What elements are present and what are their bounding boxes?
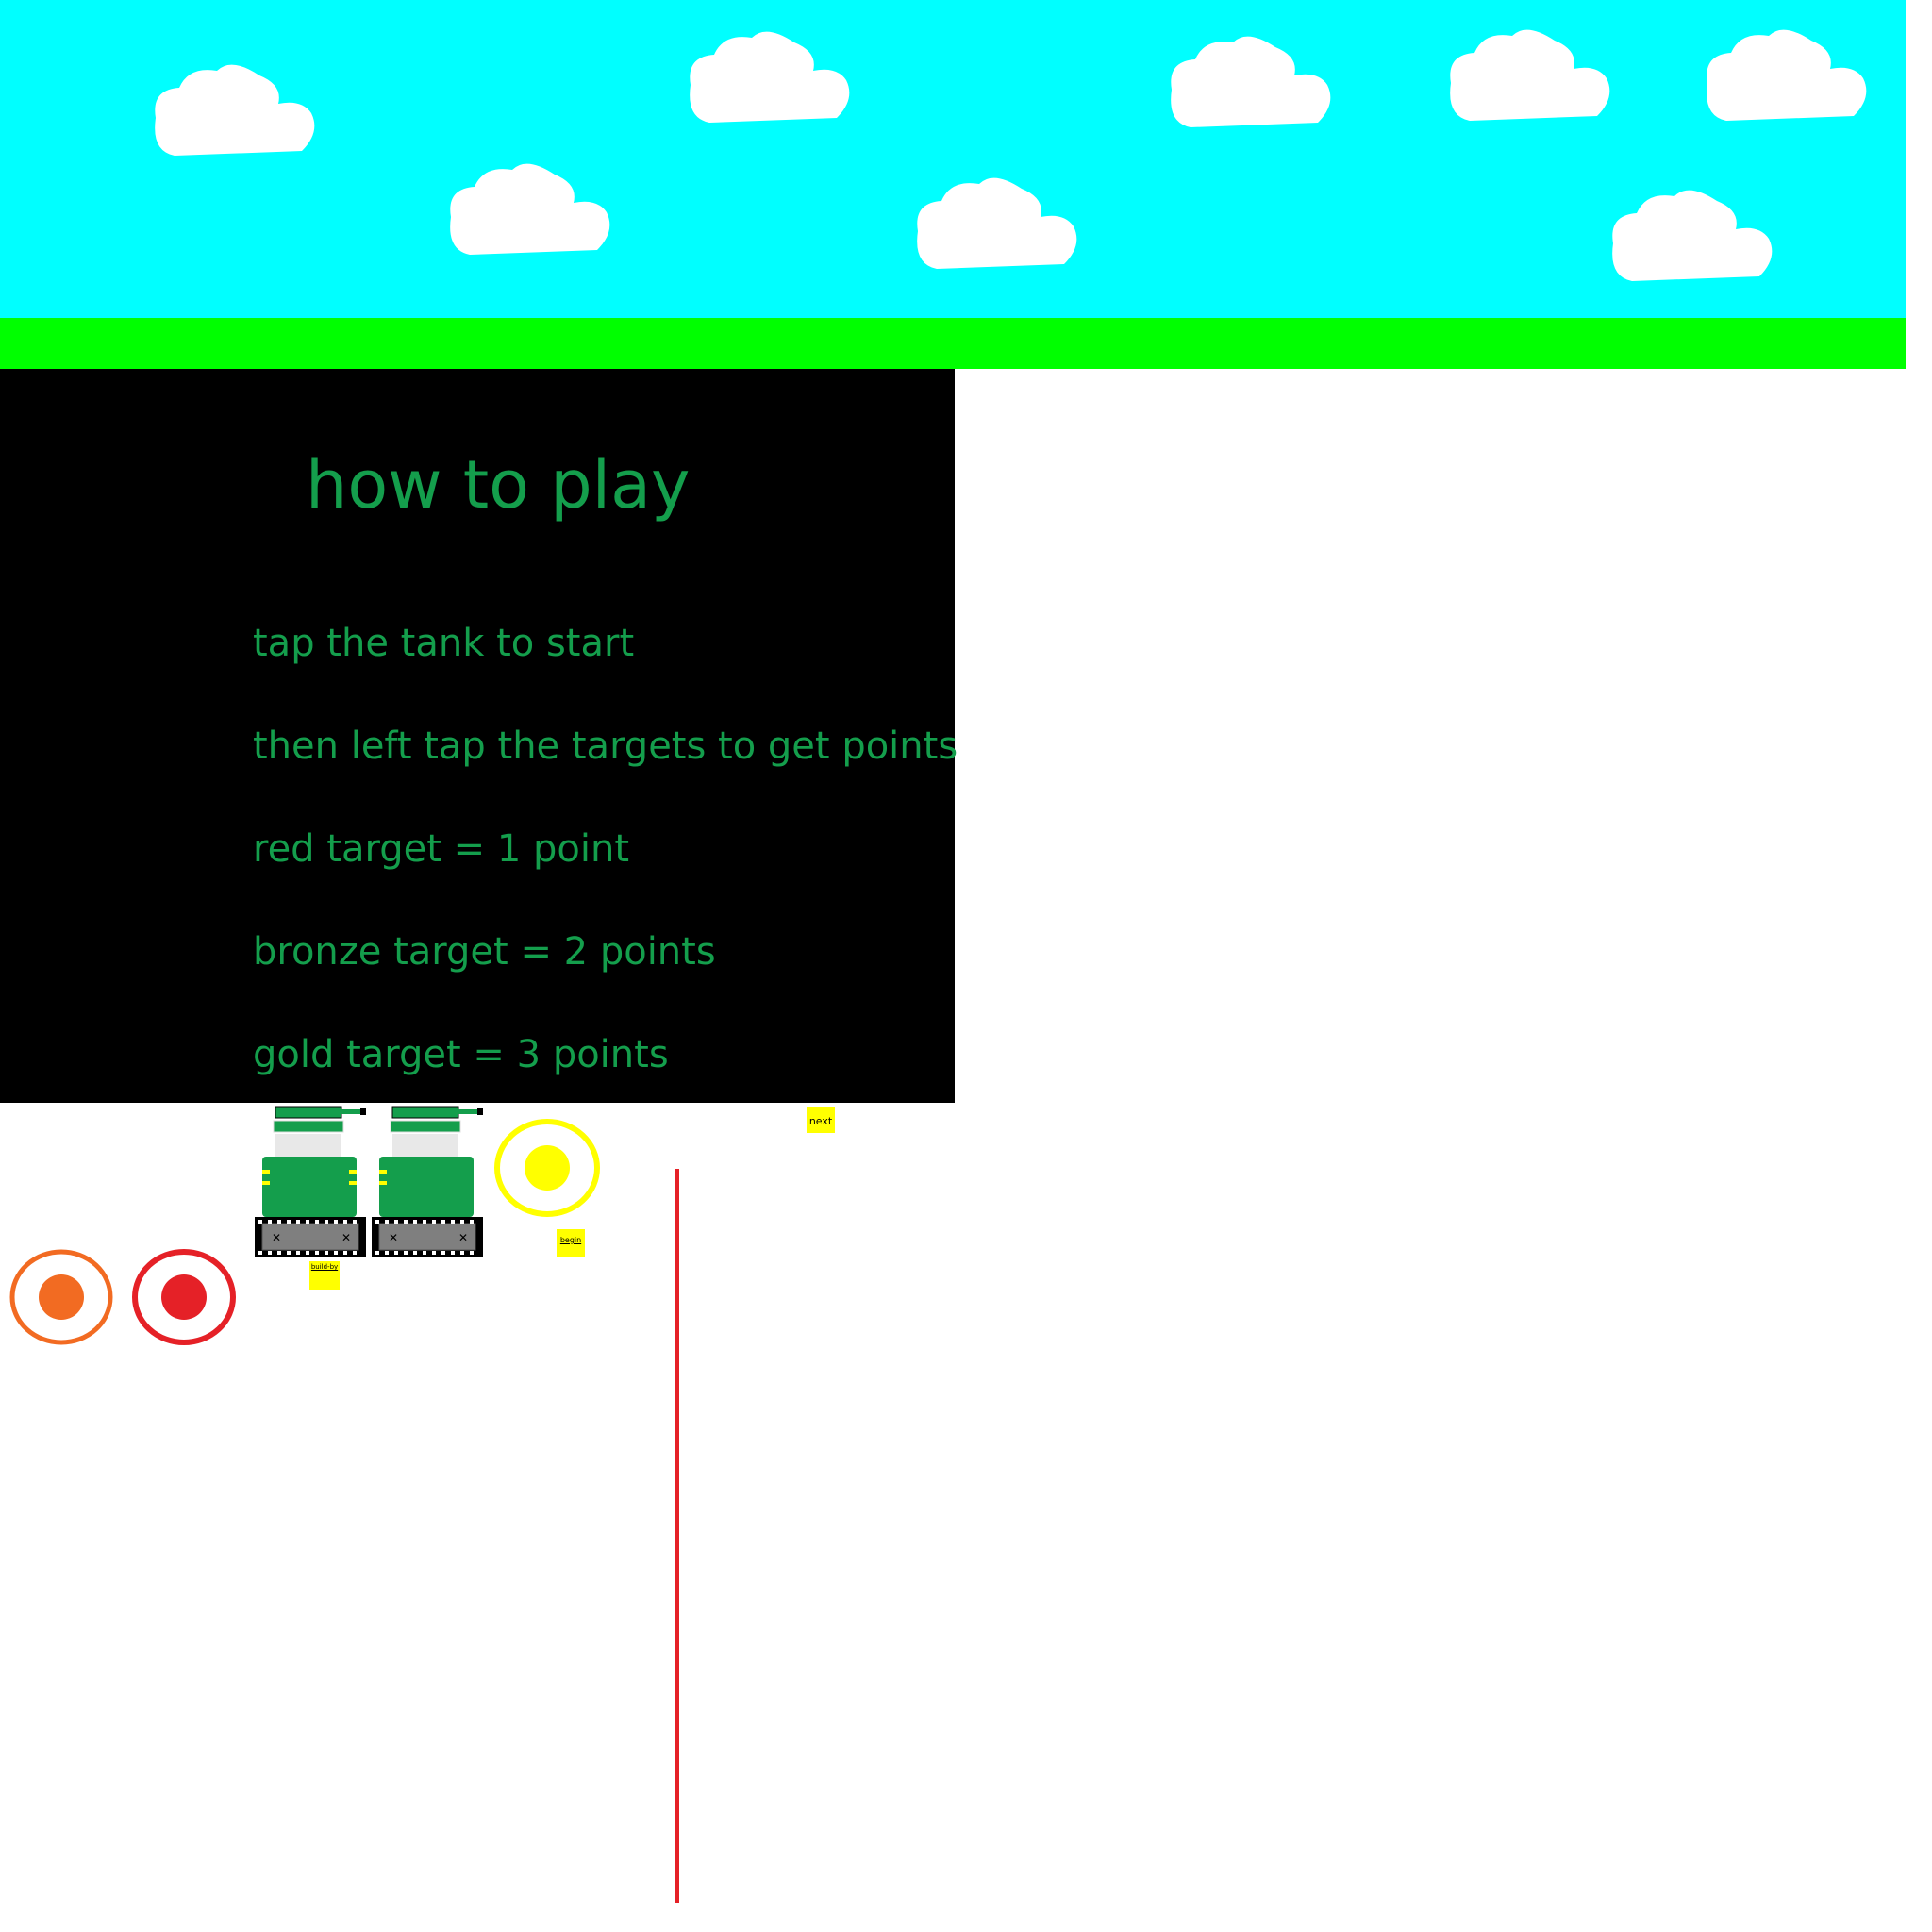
bronze-target-icon[interactable] <box>8 1247 115 1347</box>
tank-icon[interactable]: ✕ ✕ <box>370 1104 485 1258</box>
tank-icon[interactable]: ✕ ✕ <box>253 1104 368 1258</box>
cloud-icon <box>450 163 610 255</box>
instruction-line: tap the tank to start <box>253 622 635 665</box>
instruction-line: then left tap the targets to get points <box>253 724 958 768</box>
svg-text:✕: ✕ <box>389 1231 398 1244</box>
svg-text:✕: ✕ <box>458 1231 468 1244</box>
next-label: next <box>808 1115 833 1127</box>
cloud-icon <box>690 31 850 123</box>
cloud-icon <box>1707 29 1867 122</box>
cloud-icon <box>917 177 1077 269</box>
instruction-line: gold target = 3 points <box>253 1033 669 1076</box>
red-target-icon[interactable] <box>130 1247 238 1347</box>
sky-background <box>0 0 1906 318</box>
gold-target-icon[interactable] <box>493 1118 601 1218</box>
build-by-label: build-by <box>310 1263 339 1271</box>
begin-button[interactable]: begin <box>557 1229 585 1257</box>
build-by-note: build-by <box>309 1261 340 1290</box>
instruction-line: red target = 1 point <box>253 827 630 871</box>
grass-strip <box>0 318 1906 369</box>
how-to-play-title: how to play <box>306 446 691 524</box>
red-divider-line <box>675 1169 679 1903</box>
next-button[interactable]: next <box>807 1107 835 1133</box>
begin-label: begin <box>559 1236 582 1244</box>
svg-text:✕: ✕ <box>272 1231 281 1244</box>
cloud-icon <box>1450 29 1610 122</box>
cloud-icon <box>1612 190 1773 281</box>
svg-text:✕: ✕ <box>341 1231 351 1244</box>
cloud-icon <box>155 64 315 156</box>
cloud-icon <box>1171 36 1331 127</box>
how-to-play-panel: how to play tap the tank to start then l… <box>0 369 958 1103</box>
instruction-line: bronze target = 2 points <box>253 930 716 974</box>
